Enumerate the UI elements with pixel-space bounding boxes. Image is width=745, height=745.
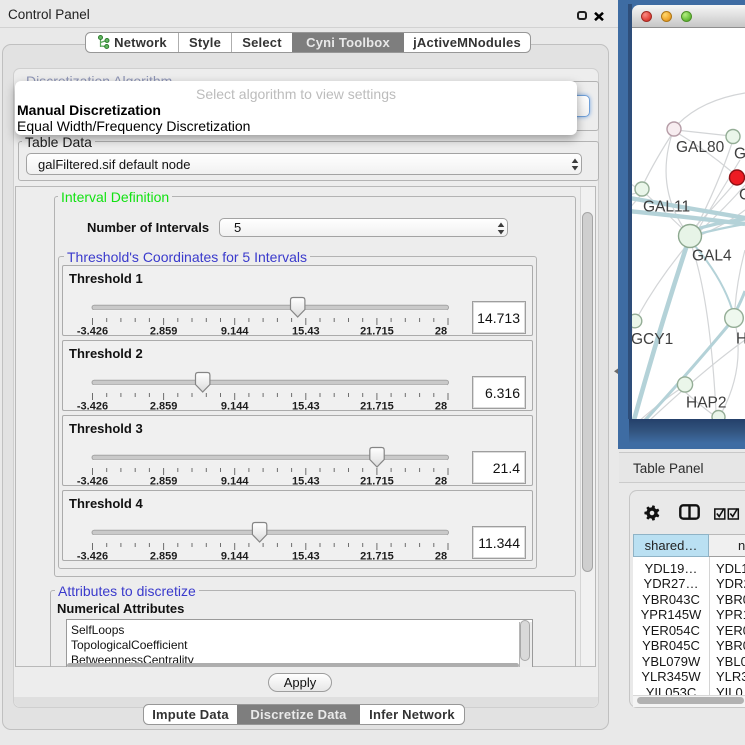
svg-text:GAL4: GAL4 [692,248,732,265]
svg-text:9.144: 9.144 [221,401,249,413]
svg-text:15.43: 15.43 [292,551,320,563]
svg-text:21.715: 21.715 [360,476,394,488]
svg-text:-3.426: -3.426 [77,401,108,413]
svg-text:GAL80: GAL80 [676,139,725,156]
svg-text:9.144: 9.144 [221,476,249,488]
svg-text:GAL11: GAL11 [643,199,690,216]
svg-text:-3.426: -3.426 [77,476,108,488]
svg-text:28: 28 [435,401,447,413]
svg-text:28: 28 [435,326,447,338]
svg-text:21.715: 21.715 [360,326,394,338]
svg-text:GA: GA [734,146,745,163]
svg-text:C: C [739,187,745,204]
svg-text:2.859: 2.859 [150,401,178,413]
svg-text:28: 28 [435,551,447,563]
svg-text:21.715: 21.715 [360,551,394,563]
svg-text:2.859: 2.859 [150,476,178,488]
svg-text:HAP2: HAP2 [686,395,727,412]
svg-text:15.43: 15.43 [292,326,320,338]
svg-text:H: H [736,331,745,348]
svg-text:15.43: 15.43 [292,476,320,488]
svg-text:GCY1: GCY1 [632,331,673,348]
svg-text:-3.426: -3.426 [77,551,108,563]
svg-text:28: 28 [435,476,447,488]
svg-text:21.715: 21.715 [360,401,394,413]
svg-text:9.144: 9.144 [221,326,249,338]
svg-text:2.859: 2.859 [150,551,178,563]
svg-text:2.859: 2.859 [150,326,178,338]
svg-text:9.144: 9.144 [221,551,249,563]
svg-text:-3.426: -3.426 [77,326,108,338]
svg-text:15.43: 15.43 [292,401,320,413]
